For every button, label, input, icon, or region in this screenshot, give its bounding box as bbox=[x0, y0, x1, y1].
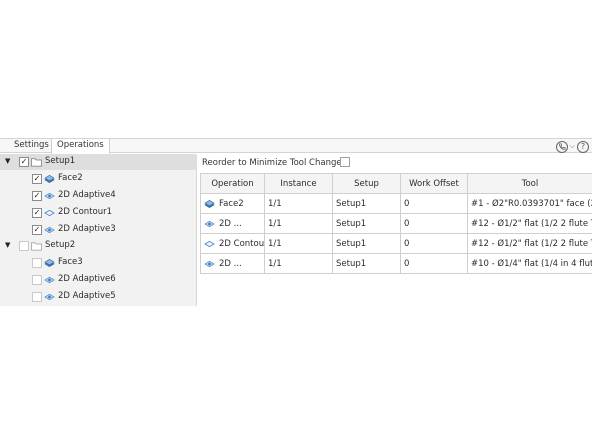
tree-op-label: 2D Adaptive3 bbox=[58, 224, 116, 234]
tab-operations[interactable]: Operations bbox=[51, 139, 110, 154]
tree-setup-setup2[interactable]: ▼ Setup2 bbox=[0, 238, 197, 254]
instance-cell: 1/1 bbox=[264, 213, 333, 234]
setup-cell: Setup1 bbox=[332, 253, 401, 274]
tree-op-label: 2D Adaptive4 bbox=[58, 190, 116, 200]
operation-cell[interactable]: Face2 bbox=[200, 193, 265, 214]
tree-op-face2[interactable]: ✓ Face2 bbox=[0, 171, 197, 187]
question-help-icon[interactable]: ? bbox=[577, 140, 589, 153]
tree-op-label: 2D Adaptive6 bbox=[58, 274, 116, 284]
column-header-tool[interactable]: Tool bbox=[467, 173, 592, 194]
operation-cell[interactable]: 2D ... bbox=[200, 253, 265, 274]
adaptive5-checkbox[interactable] bbox=[32, 292, 42, 302]
operation-name: 2D ... bbox=[219, 258, 242, 269]
operation-name: 2D ... bbox=[219, 218, 242, 229]
tree-setup-label: Setup1 bbox=[45, 156, 76, 166]
face-op-icon bbox=[44, 175, 55, 183]
tree-op-label: Face2 bbox=[58, 173, 83, 183]
tool-cell: #10 - Ø1/4" flat (1/4 in 4 flute ... bbox=[467, 253, 592, 274]
instance-cell: 1/1 bbox=[264, 253, 333, 274]
reorder-label: Reorder to Minimize Tool Changes bbox=[202, 158, 347, 168]
operation-cell[interactable]: 2D Contour1 bbox=[200, 233, 265, 254]
folder-icon bbox=[31, 242, 42, 251]
tree-op-label: Face3 bbox=[58, 257, 83, 267]
setup-cell: Setup1 bbox=[332, 213, 401, 234]
setup2-checkbox[interactable] bbox=[19, 241, 29, 251]
tool-cell: #12 - Ø1/2" flat (1/2 2 flute Ti bbox=[467, 213, 592, 234]
adaptive-op-icon bbox=[44, 293, 55, 301]
tree-op-2d-adaptive4[interactable]: ✓ 2D Adaptive4 bbox=[0, 188, 197, 204]
tree-setup-setup1[interactable]: ▼ ✓ Setup1 bbox=[0, 154, 197, 170]
setup-cell: Setup1 bbox=[332, 233, 401, 254]
tab-settings[interactable]: Settings bbox=[9, 139, 54, 153]
work-offset-cell[interactable]: 0 bbox=[400, 253, 468, 274]
expand-arrow-icon[interactable]: ▼ bbox=[5, 241, 10, 249]
expand-arrow-icon[interactable]: ▼ bbox=[5, 157, 10, 165]
operations-dialog: Settings Operations ⌵ ? ▼ ✓ Setup1 ✓ Fac… bbox=[0, 138, 592, 306]
work-offset-cell[interactable]: 0 bbox=[400, 233, 468, 254]
column-header-work-offset[interactable]: Work Offset bbox=[400, 173, 468, 194]
tree-op-label: 2D Adaptive5 bbox=[58, 291, 116, 301]
operation-name: 2D Contour1 bbox=[219, 238, 265, 249]
table-row[interactable]: Face2 1/1 Setup1 0 #1 - Ø2"R0.0393701" f… bbox=[200, 193, 592, 214]
tool-cell: #1 - Ø2"R0.0393701" face (2 in ... bbox=[467, 193, 592, 214]
tree-op-face3[interactable]: Face3 bbox=[0, 255, 197, 271]
work-offset-cell[interactable]: 0 bbox=[400, 213, 468, 234]
operations-panel: Reorder to Minimize Tool Changes Operati… bbox=[198, 154, 592, 306]
chevron-down-icon[interactable]: ⌵ bbox=[570, 142, 575, 151]
reorder-checkbox[interactable] bbox=[340, 157, 350, 167]
table-row[interactable]: 2D Contour1 1/1 Setup1 0 #12 - Ø1/2" fla… bbox=[200, 233, 592, 254]
column-header-instance[interactable]: Instance bbox=[264, 173, 333, 194]
instance-cell: 1/1 bbox=[264, 233, 333, 254]
setup1-checkbox[interactable]: ✓ bbox=[19, 157, 29, 167]
table-row[interactable]: 2D ... 1/1 Setup1 0 #12 - Ø1/2" flat (1/… bbox=[200, 213, 592, 234]
adaptive-op-icon bbox=[204, 260, 215, 267]
help-tools: ⌵ ? bbox=[555, 140, 589, 153]
operation-cell[interactable]: 2D ... bbox=[200, 213, 265, 234]
tree-op-2d-contour1[interactable]: ✓ 2D Contour1 bbox=[0, 205, 197, 221]
adaptive6-checkbox[interactable] bbox=[32, 275, 42, 285]
face-op-icon bbox=[44, 259, 55, 267]
tool-cell: #12 - Ø1/2" flat (1/2 2 flute Ti bbox=[467, 233, 592, 254]
phone-help-icon[interactable] bbox=[555, 140, 568, 153]
adaptive-op-icon bbox=[44, 276, 55, 284]
tab-bar: Settings Operations ⌵ ? bbox=[0, 138, 592, 154]
instance-cell: 1/1 bbox=[264, 193, 333, 214]
column-header-setup[interactable]: Setup bbox=[332, 173, 401, 194]
operations-table: Operation Instance Setup Work Offset Too… bbox=[200, 173, 592, 274]
tree-op-2d-adaptive3[interactable]: ✓ 2D Adaptive3 bbox=[0, 222, 197, 238]
setup-cell: Setup1 bbox=[332, 193, 401, 214]
column-header-operation[interactable]: Operation bbox=[200, 173, 265, 194]
table-header-row: Operation Instance Setup Work Offset Too… bbox=[200, 173, 592, 194]
tree-setup-label: Setup2 bbox=[45, 240, 76, 250]
work-offset-cell[interactable]: 0 bbox=[400, 193, 468, 214]
adaptive4-checkbox[interactable]: ✓ bbox=[32, 191, 42, 201]
contour-op-icon bbox=[204, 240, 215, 247]
face2-checkbox[interactable]: ✓ bbox=[32, 174, 42, 184]
adaptive-op-icon bbox=[44, 192, 55, 200]
adaptive-op-icon bbox=[204, 220, 215, 227]
face-op-icon bbox=[204, 199, 215, 208]
folder-icon bbox=[31, 158, 42, 167]
adaptive-op-icon bbox=[44, 226, 55, 234]
table-row[interactable]: 2D ... 1/1 Setup1 0 #10 - Ø1/4" flat (1/… bbox=[200, 253, 592, 274]
contour1-checkbox[interactable]: ✓ bbox=[32, 208, 42, 218]
tree-op-2d-adaptive5[interactable]: 2D Adaptive5 bbox=[0, 289, 197, 305]
adaptive3-checkbox[interactable]: ✓ bbox=[32, 225, 42, 235]
tree-op-label: 2D Contour1 bbox=[58, 207, 113, 217]
setup-tree: ▼ ✓ Setup1 ✓ Face2 ✓ 2D Adaptive4 ✓ 2D C… bbox=[0, 154, 197, 306]
tree-op-2d-adaptive6[interactable]: 2D Adaptive6 bbox=[0, 272, 197, 288]
operation-name: Face2 bbox=[219, 198, 244, 209]
contour-op-icon bbox=[44, 209, 55, 217]
face3-checkbox[interactable] bbox=[32, 258, 42, 268]
